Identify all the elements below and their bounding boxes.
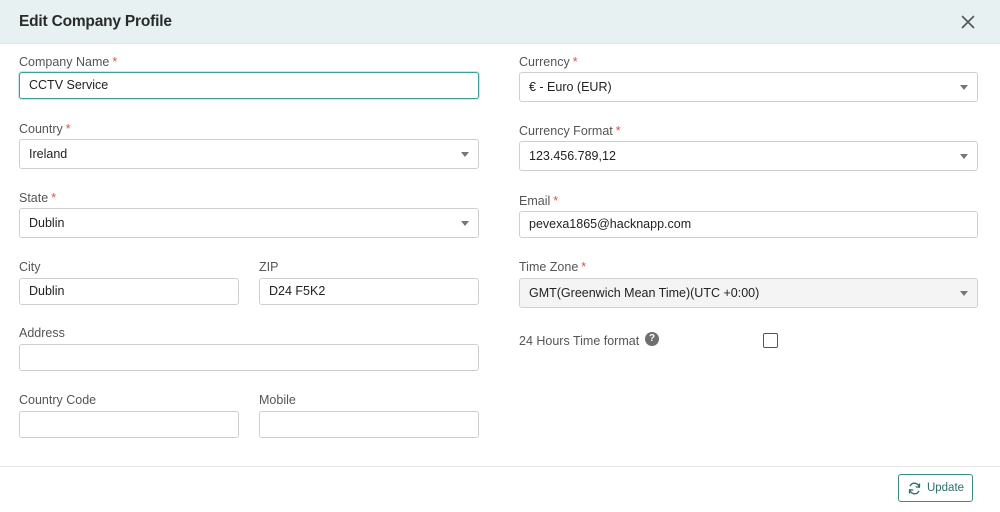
city-value: Dublin [29,284,65,298]
state-select[interactable]: Dublin [19,208,479,238]
update-button[interactable]: Update [898,474,973,502]
country-code-input[interactable] [19,411,239,438]
required-mark: * [51,191,57,205]
city-input[interactable]: Dublin [19,278,239,305]
time-format-label: 24 Hours Time format [519,334,640,348]
mobile-input[interactable] [259,411,479,438]
email-label: Email * [519,194,558,208]
footer-divider [0,466,1000,467]
currency-label: Currency * [519,55,578,69]
country-select[interactable]: Ireland [19,139,479,169]
currency-select[interactable]: € - Euro (EUR) [519,72,978,102]
chevron-down-icon [461,221,469,226]
edit-company-profile-modal: Edit Company Profile Company Name * CCTV … [0,0,1000,512]
currency-format-value: 123.456.789,12 [529,149,616,163]
time-zone-value: GMT(Greenwich Mean Time)(UTC +0:00) [529,286,760,300]
country-value: Ireland [29,147,68,161]
currency-value: € - Euro (EUR) [529,80,612,94]
required-mark: * [65,122,71,136]
email-value: pevexa1865@hacknapp.com [529,217,692,231]
refresh-icon [908,482,921,494]
time-zone-label-text: Time Zone [519,260,579,274]
currency-label-text: Currency [519,55,570,69]
modal-title: Edit Company Profile [19,13,172,30]
currency-format-select[interactable]: 123.456.789,12 [519,141,978,171]
state-value: Dublin [29,216,65,230]
time-zone-label: Time Zone * [519,260,586,274]
update-button-label: Update [926,482,965,494]
country-label-text: Country [19,122,63,136]
company-name-value: CCTV Service [29,78,109,92]
email-input[interactable]: pevexa1865@hacknapp.com [519,211,978,238]
zip-input[interactable]: D24 F5K2 [259,278,479,305]
address-input[interactable] [19,344,479,371]
required-mark: * [581,260,587,274]
required-mark: * [553,194,559,208]
state-label-text: State [19,191,49,205]
required-mark: * [572,55,578,69]
chevron-down-icon [960,154,968,159]
required-mark: * [112,55,118,69]
company-name-label: Company Name * [19,55,117,69]
currency-format-label-text: Currency Format [519,124,613,138]
chevron-down-icon [960,291,968,296]
zip-value: D24 F5K2 [269,284,326,298]
zip-label: ZIP [259,260,279,274]
help-icon[interactable]: ? [645,332,659,346]
company-name-label-text: Company Name [19,55,110,69]
currency-format-label: Currency Format * [519,124,621,138]
country-code-label: Country Code [19,393,97,407]
required-mark: * [615,124,621,138]
close-icon[interactable] [958,12,978,32]
company-name-input[interactable]: CCTV Service [19,72,479,99]
time-zone-select[interactable]: GMT(Greenwich Mean Time)(UTC +0:00) [519,278,978,308]
city-label: City [19,260,41,274]
address-label: Address [19,326,65,340]
email-label-text: Email [519,194,551,208]
chevron-down-icon [960,85,968,90]
modal-header: Edit Company Profile [0,0,1000,44]
state-label: State * [19,191,56,205]
time-format-checkbox[interactable] [763,333,778,348]
mobile-label: Mobile [259,393,296,407]
country-label: Country * [19,122,71,136]
chevron-down-icon [461,152,469,157]
